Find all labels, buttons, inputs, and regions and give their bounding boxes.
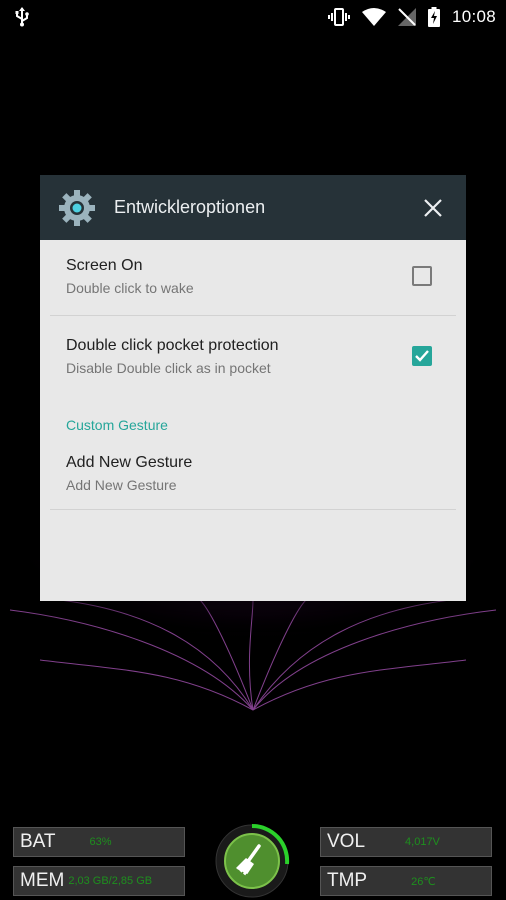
bat-label: BAT xyxy=(20,831,56,852)
category-custom-gesture: Custom Gesture xyxy=(66,417,168,433)
vol-label: VOL xyxy=(327,831,366,852)
status-bar: 10:08 xyxy=(0,0,506,34)
memory-widget: MEM 2,03 GB/2,85 GB xyxy=(13,866,185,896)
dialog-title: Entwickleroptionen xyxy=(114,197,266,217)
no-sim-icon xyxy=(397,8,416,26)
pref-title: Double click pocket protection xyxy=(66,337,279,354)
status-time: 10:08 xyxy=(451,7,496,26)
vol-value: 4,017V xyxy=(405,836,440,848)
battery-charging-icon xyxy=(427,7,440,27)
usb-icon xyxy=(14,7,30,27)
mem-value: 2,03 GB/2,85 GB xyxy=(68,875,153,887)
voltage-widget: VOL 4,017V xyxy=(320,827,492,857)
tmp-value: 26℃ xyxy=(411,875,436,888)
checkmark-icon xyxy=(415,350,429,362)
temperature-widget: TMP 26℃ xyxy=(320,866,492,896)
pref-screen-on[interactable]: Screen On Double click to wake xyxy=(50,240,456,316)
gear-icon xyxy=(58,189,96,227)
broom-icon xyxy=(215,823,290,898)
mem-label: MEM xyxy=(20,870,65,891)
memory-clean-button[interactable] xyxy=(213,822,291,900)
battery-widget: BAT 63% xyxy=(13,827,185,857)
pref-title: Add New Gesture xyxy=(66,454,193,471)
pref-title: Screen On xyxy=(66,257,143,274)
dialog-header: Entwickleroptionen xyxy=(40,175,466,240)
pocket-protection-checkbox[interactable] xyxy=(412,346,432,366)
bat-value: 63% xyxy=(89,836,112,848)
pref-add-new-gesture[interactable]: Add New Gesture Add New Gesture xyxy=(50,443,456,510)
tmp-label: TMP xyxy=(327,870,368,891)
pref-summary: Double click to wake xyxy=(66,280,194,296)
wifi-icon xyxy=(361,8,386,26)
screen-on-checkbox[interactable] xyxy=(412,266,432,286)
pref-summary: Disable Double click as in pocket xyxy=(66,360,271,376)
pref-pocket-protection[interactable]: Double click pocket protection Disable D… xyxy=(50,316,456,396)
vibrate-icon xyxy=(327,8,350,26)
pref-summary: Add New Gesture xyxy=(66,477,177,493)
close-icon xyxy=(424,198,442,217)
close-button[interactable] xyxy=(418,193,448,223)
developer-options-dialog: Entwickleroptionen Screen On Double clic… xyxy=(40,175,466,601)
